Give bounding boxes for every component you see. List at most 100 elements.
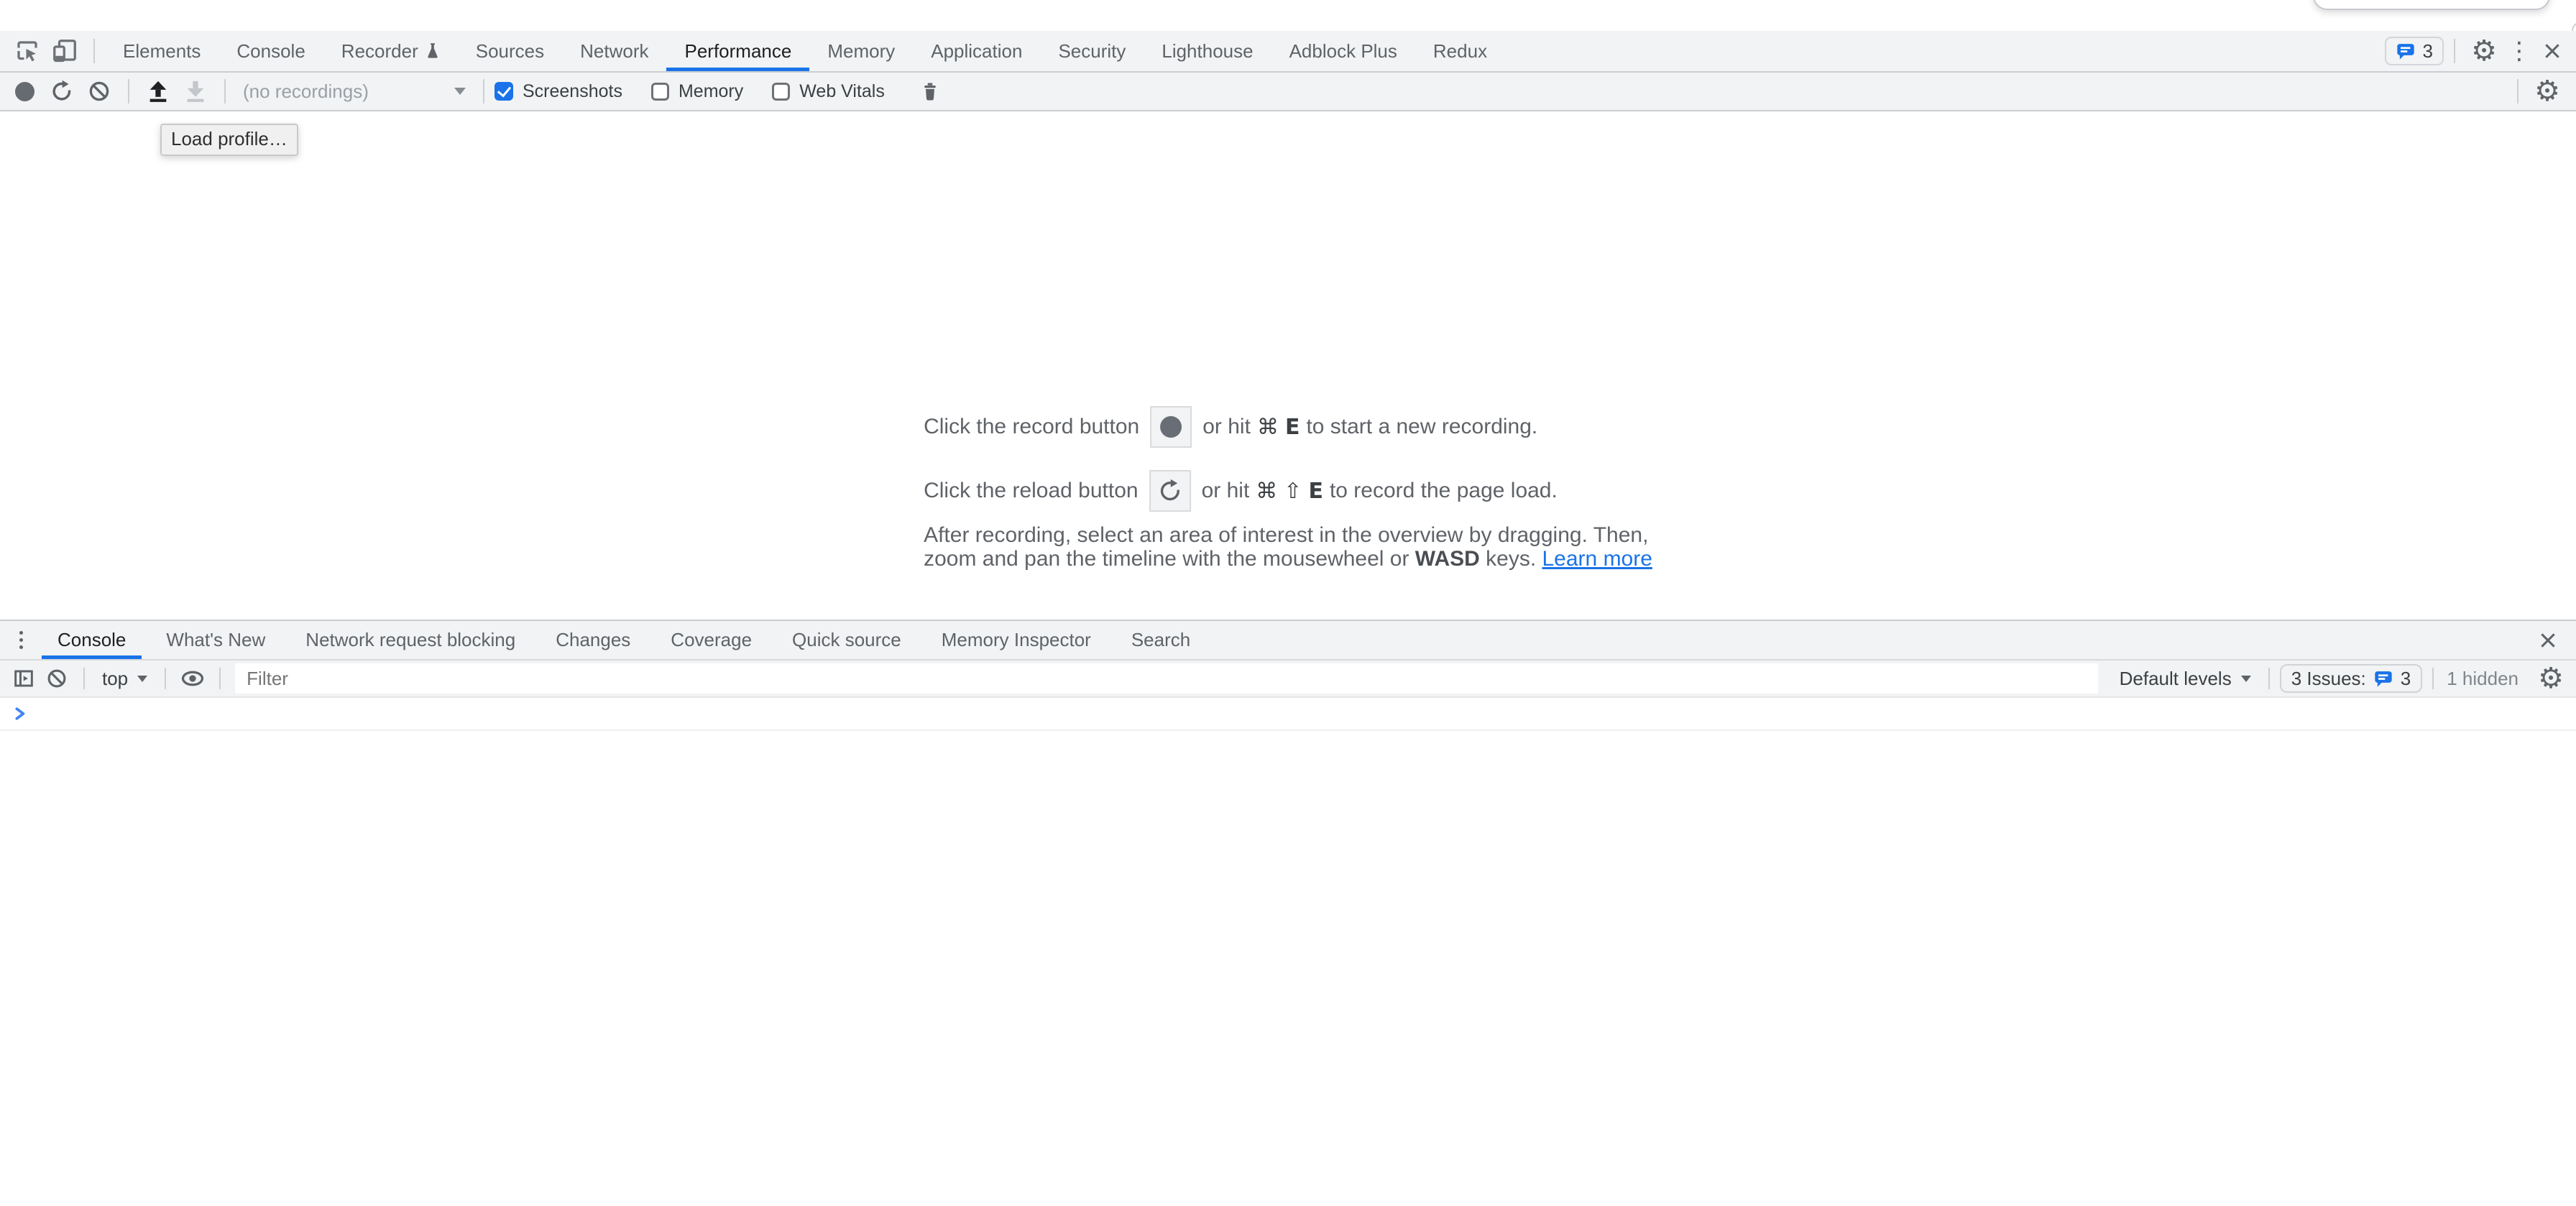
web-vitals-checkbox-group[interactable]: Web Vitals (772, 81, 885, 102)
dropdown-arrow-icon (454, 88, 466, 95)
eye-icon (180, 668, 205, 689)
inspect-element-button[interactable] (9, 32, 46, 70)
performance-toolbar: (no recordings) Screenshots Memory Web V… (0, 73, 2576, 111)
console-prompt-chevron-icon (14, 707, 27, 720)
execution-context-dropdown[interactable]: top (95, 668, 155, 690)
memory-checkbox-group[interactable]: Memory (651, 81, 743, 102)
drawer-tab-search[interactable]: Search (1116, 621, 1206, 659)
hidden-messages-count: 1 hidden (2447, 668, 2518, 690)
drawer-tab-network-request-blocking[interactable]: Network request blocking (290, 621, 531, 659)
separator (165, 668, 166, 689)
drawer-tab-whats-new[interactable]: What's New (150, 621, 281, 659)
download-icon (183, 79, 208, 103)
separator (93, 39, 95, 63)
record-icon (15, 82, 34, 101)
gear-icon: ⚙ (2534, 77, 2560, 106)
drawer-tab-console[interactable]: Console (42, 621, 142, 659)
load-profile-tooltip: Load profile… (160, 124, 298, 156)
upload-icon (146, 79, 170, 103)
block-icon (88, 80, 111, 103)
gear-icon: ⚙ (2538, 664, 2564, 693)
console-settings-button[interactable]: ⚙ (2534, 662, 2567, 695)
inspect-cursor-icon (14, 38, 40, 64)
garbage-collect-button[interactable] (914, 75, 947, 108)
tab-application[interactable]: Application (913, 31, 1040, 71)
record-instruction-line: Click the record button or hit ⌘ E to st… (924, 406, 1652, 448)
issues-count: 3 (2423, 40, 2433, 63)
console-prompt[interactable] (0, 698, 2576, 731)
drawer-tab-coverage[interactable]: Coverage (655, 621, 768, 659)
dropdown-arrow-icon (2241, 676, 2251, 682)
kebab-menu-icon: ⋮ (2507, 39, 2531, 63)
tab-performance[interactable]: Performance (666, 31, 809, 71)
browser-popup-corner (2572, 22, 2576, 31)
tab-console[interactable]: Console (218, 31, 323, 71)
memory-checkbox[interactable] (651, 83, 669, 101)
devtools-main-tabbar: Elements Console Recorder Sources Networ… (0, 31, 2576, 73)
save-profile-button[interactable] (177, 73, 214, 110)
close-icon (2543, 42, 2562, 60)
drawer-tabbar: Console What's New Network request block… (0, 620, 2576, 660)
drawer-tab-changes[interactable]: Changes (540, 621, 646, 659)
drawer-tab-quick-source[interactable]: Quick source (776, 621, 917, 659)
screenshots-checkbox[interactable] (494, 82, 513, 101)
console-issues-button[interactable]: 3 Issues: 3 (2280, 664, 2423, 693)
learn-more-link[interactable]: Learn more (1542, 547, 1652, 571)
separator (128, 79, 129, 103)
tab-redux[interactable]: Redux (1415, 31, 1505, 71)
browser-popup-remnant (2313, 0, 2550, 10)
tab-elements[interactable]: Elements (105, 31, 218, 71)
load-profile-button[interactable] (139, 73, 177, 110)
trash-icon (919, 80, 941, 103)
performance-panel: Load profile… Click the record button or… (0, 111, 2576, 620)
record-icon (1160, 416, 1182, 438)
web-vitals-checkbox[interactable] (772, 83, 790, 101)
close-drawer-button[interactable] (2531, 624, 2564, 657)
issues-bubble-icon (2396, 41, 2416, 61)
console-filter-input[interactable] (235, 663, 2097, 694)
record-button-inline[interactable] (1150, 406, 1192, 448)
separator (224, 79, 226, 103)
devtools-window: Elements Console Recorder Sources Networ… (0, 0, 2576, 1206)
tab-lighthouse[interactable]: Lighthouse (1144, 31, 1271, 71)
separator (2454, 39, 2455, 63)
screenshots-checkbox-group[interactable]: Screenshots (494, 81, 622, 102)
separator (219, 668, 221, 689)
tab-memory[interactable]: Memory (809, 31, 913, 71)
more-options-button[interactable]: ⋮ (2503, 34, 2536, 68)
dropdown-arrow-icon (137, 676, 147, 682)
tab-security[interactable]: Security (1040, 31, 1144, 71)
settings-button[interactable]: ⚙ (2465, 32, 2503, 70)
issues-counter-button[interactable]: 3 (2385, 37, 2444, 65)
show-console-sidebar-button[interactable] (7, 662, 40, 695)
cmd-key-symbol: ⌘ (1256, 479, 1277, 504)
separator (2517, 79, 2518, 103)
console-messages-area[interactable] (0, 698, 2576, 1206)
separator (83, 668, 85, 689)
create-live-expression-button[interactable] (176, 662, 209, 695)
sidebar-toggle-icon (12, 667, 35, 690)
separator (2268, 668, 2270, 689)
clear-console-button[interactable] (40, 662, 73, 695)
gear-icon: ⚙ (2471, 37, 2497, 65)
clear-recordings-button[interactable] (80, 73, 118, 110)
separator (483, 79, 484, 103)
device-toolbar-icon (52, 38, 78, 64)
e-key: E (1308, 479, 1323, 504)
reload-button-inline[interactable] (1149, 470, 1191, 512)
shift-key-symbol: ⇧ (1284, 479, 1302, 504)
close-devtools-button[interactable] (2536, 34, 2569, 68)
record-button[interactable] (6, 73, 43, 110)
reload-and-record-button[interactable] (43, 73, 80, 110)
tab-recorder[interactable]: Recorder (323, 31, 458, 71)
drawer-more-tabs-button[interactable] (10, 631, 32, 649)
log-levels-dropdown[interactable]: Default levels (2112, 668, 2258, 690)
tab-network[interactable]: Network (562, 31, 666, 71)
drawer-tab-memory-inspector[interactable]: Memory Inspector (926, 621, 1107, 659)
tab-adblock-plus[interactable]: Adblock Plus (1271, 31, 1415, 71)
capture-settings-button[interactable]: ⚙ (2529, 73, 2566, 110)
recordings-dropdown[interactable]: (no recordings) (236, 80, 473, 103)
reload-instruction-line: Click the reload button or hit ⌘ ⇧ E to … (924, 470, 1652, 512)
tab-sources[interactable]: Sources (458, 31, 562, 71)
device-toolbar-button[interactable] (46, 32, 83, 70)
